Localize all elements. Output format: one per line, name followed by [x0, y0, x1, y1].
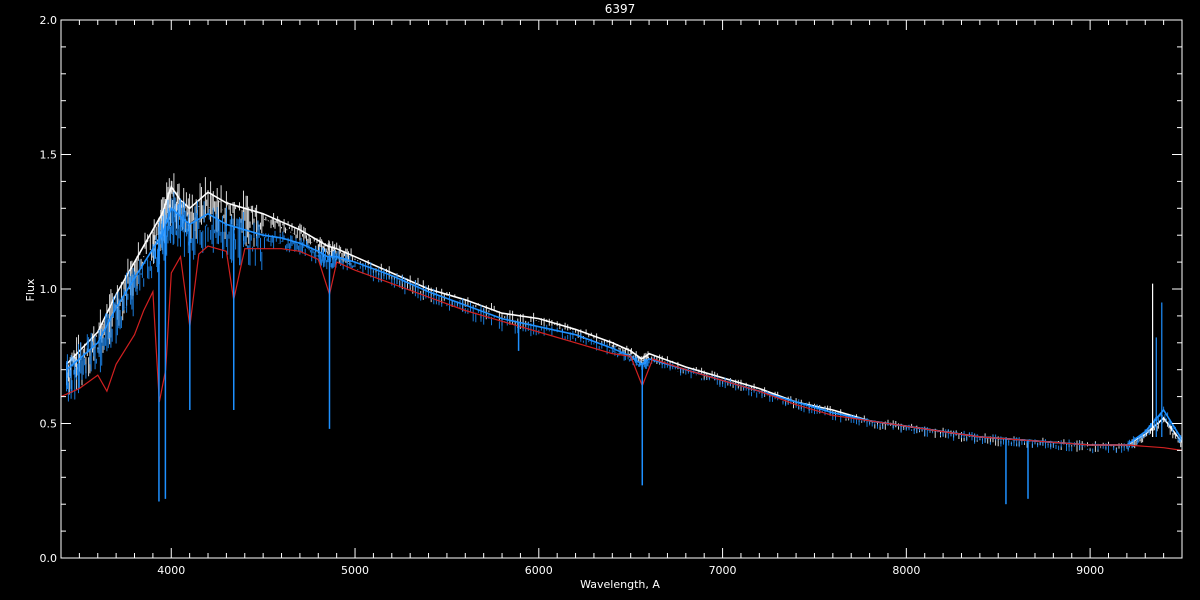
x-tick-label: 4000	[157, 564, 185, 577]
x-tick-label: 5000	[341, 564, 369, 577]
y-tick-label: 2.0	[40, 14, 58, 27]
y-tick-label: 1.0	[40, 283, 58, 296]
x-tick-label: 7000	[709, 564, 737, 577]
x-tick-label: 9000	[1076, 564, 1104, 577]
chart-title: 6397	[605, 2, 636, 16]
chart-background	[0, 0, 1200, 600]
y-tick-label: 0.0	[40, 552, 58, 565]
y-tick-label: 1.5	[40, 149, 58, 162]
x-tick-label: 6000	[525, 564, 553, 577]
x-tick-label: 8000	[892, 564, 920, 577]
y-tick-label: 0.5	[40, 418, 58, 431]
x-axis-label: Wavelength, A	[580, 578, 660, 591]
spectrum-chart: 6397 4000 5000 6000 7000 8000 9000 0.0 0.5 1.0 1.…	[0, 0, 1200, 600]
y-axis-label: Flux	[24, 278, 37, 301]
